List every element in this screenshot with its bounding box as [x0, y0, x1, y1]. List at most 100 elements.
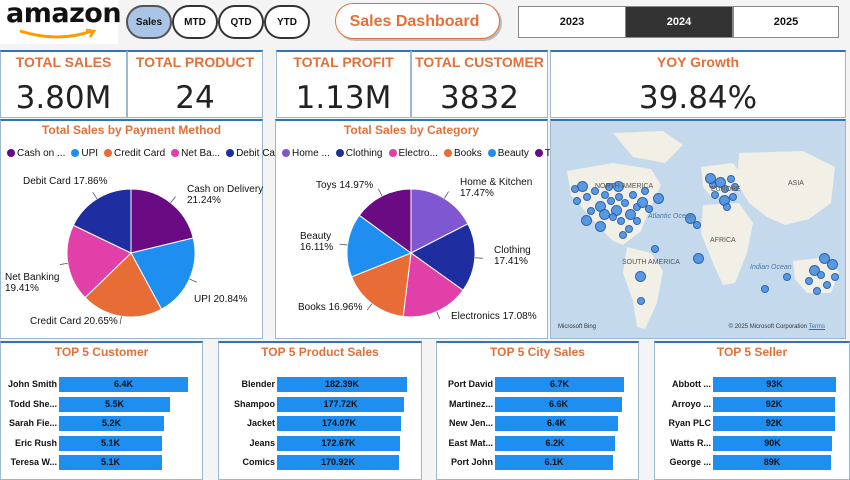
legend-item[interactable]: Net Ba...	[171, 148, 220, 159]
bar[interactable]: 92K	[713, 396, 835, 412]
bar[interactable]: 5.1K	[59, 435, 162, 451]
bar[interactable]: 6.6K	[495, 396, 622, 412]
slice-label: Beauty	[300, 231, 331, 242]
map-bubble[interactable]	[573, 197, 581, 205]
legend-item[interactable]: UPI	[71, 148, 98, 159]
map-bubble[interactable]	[729, 193, 737, 201]
legend-item[interactable]: Beauty	[487, 148, 529, 159]
bar[interactable]: 172.67K	[277, 435, 400, 451]
bar[interactable]: 5.1K	[59, 455, 162, 470]
map-bubble[interactable]	[595, 221, 606, 232]
map-bubble[interactable]	[621, 199, 629, 207]
map-bubble[interactable]	[831, 273, 839, 281]
bar-row[interactable]: Arroyo ... 92K	[655, 396, 850, 413]
bar[interactable]: 177.72K	[277, 396, 404, 412]
bar-row[interactable]: Watts R... 90K	[655, 435, 850, 452]
sales-map-panel[interactable]: NORTH AMERICA EUROPE ASIA AFRICA SOUTH A…	[550, 119, 846, 339]
map-bubble[interactable]	[693, 221, 701, 229]
bar-row[interactable]: Jeans 172.67K	[219, 435, 423, 452]
year-button-2023[interactable]: 2023	[518, 6, 626, 38]
legend-item[interactable]: Clothing	[335, 148, 383, 159]
bar-row[interactable]: Sarah Fie... 5.2K	[1, 416, 204, 432]
bar-row[interactable]: Comics 170.92K	[219, 455, 423, 471]
legend-item[interactable]: Electro...	[388, 148, 438, 159]
legend-item[interactable]: Books	[443, 148, 482, 159]
bar-row[interactable]: Jacket 174.07K	[219, 416, 423, 432]
terms-link[interactable]: Terms	[809, 324, 825, 330]
map-bubble[interactable]	[819, 253, 830, 264]
bar[interactable]: 182.39K	[277, 377, 407, 392]
map-bubble[interactable]	[583, 193, 591, 201]
map-bubble[interactable]	[651, 245, 659, 253]
map-bubble[interactable]	[645, 205, 653, 213]
map-attribution: © 2025 Microsoft Corporation Terms	[729, 324, 825, 330]
year-button-2025[interactable]: 2025	[733, 6, 839, 38]
bar-row[interactable]: Blender 182.39K	[219, 377, 423, 393]
bar-row[interactable]: Teresa W... 5.1K	[1, 455, 204, 471]
legend-item[interactable]: Cash on ...	[7, 148, 65, 159]
map-bubble[interactable]	[693, 253, 704, 264]
bar-row[interactable]: Eric Rush 5.1K	[1, 435, 204, 452]
map-bubble[interactable]	[629, 191, 637, 199]
map-bubble[interactable]	[635, 271, 646, 282]
bar-row[interactable]: John Smith 6.4K	[1, 377, 204, 393]
bar-category-label: Ryan PLC	[668, 418, 711, 428]
bar[interactable]: 89K	[713, 455, 831, 470]
bar-row[interactable]: East Mat... 6.2K	[437, 435, 640, 452]
map-bubble[interactable]	[817, 271, 825, 279]
map-bubble[interactable]	[617, 217, 625, 225]
map-bubble[interactable]	[823, 281, 831, 289]
bar[interactable]: 93K	[713, 377, 836, 392]
map-bubble[interactable]	[619, 231, 627, 239]
bar[interactable]: 6.4K	[59, 377, 188, 392]
year-button-2024[interactable]: 2024	[625, 6, 733, 38]
map-bubble[interactable]	[761, 285, 769, 293]
map-bubble[interactable]	[587, 207, 595, 215]
bar-row[interactable]: New Jen... 6.4K	[437, 416, 640, 432]
bar-value-label: 92K	[765, 418, 783, 428]
map-bubble[interactable]	[571, 185, 579, 193]
bar-row[interactable]: Abbott ... 93K	[655, 377, 850, 393]
bar-chart: Abbott ... 93K Arroyo ... 92K Ryan PLC 92K Wat…	[655, 377, 850, 477]
bar-row[interactable]: Ryan PLC 92K	[655, 416, 850, 432]
map-bubble[interactable]	[633, 217, 641, 225]
bar[interactable]: 6.2K	[495, 435, 615, 451]
legend-label: Credit Card	[114, 148, 166, 159]
map-bubble[interactable]	[609, 213, 617, 221]
period-button-sales[interactable]: Sales	[126, 5, 172, 39]
map-bubble[interactable]	[813, 287, 821, 295]
bar-row[interactable]: Todd She... 5.5K	[1, 396, 204, 413]
legend-item[interactable]: Home ...	[282, 148, 330, 159]
map-bubble[interactable]	[607, 197, 615, 205]
kpi-title: TOTAL SALES	[15, 54, 112, 70]
map-bubble[interactable]	[653, 193, 664, 204]
map-bubble[interactable]	[723, 203, 731, 211]
bar[interactable]: 5.5K	[59, 396, 170, 412]
bar[interactable]: 5.2K	[59, 416, 164, 431]
bar[interactable]: 6.4K	[495, 416, 618, 431]
bar[interactable]: 174.07K	[277, 416, 401, 431]
period-button-qtd[interactable]: QTD	[218, 5, 264, 39]
map-bubble[interactable]	[599, 209, 610, 220]
period-button-ytd[interactable]: YTD	[264, 5, 310, 39]
bar[interactable]: 92K	[713, 416, 835, 431]
bar-row[interactable]: Shampoo 177.72K	[219, 396, 423, 413]
map-bubble[interactable]	[637, 297, 645, 305]
map-bubble[interactable]	[581, 215, 592, 226]
leader-line	[170, 196, 176, 203]
bar[interactable]: 170.92K	[277, 455, 399, 470]
legend-item[interactable]: Credit Card	[104, 148, 165, 159]
bar-row[interactable]: Port David 6.7K	[437, 377, 640, 393]
map-bubble[interactable]	[727, 175, 735, 183]
period-button-mtd[interactable]: MTD	[172, 5, 218, 39]
bar[interactable]: 6.1K	[495, 455, 613, 470]
bar-row[interactable]: George ... 89K	[655, 455, 850, 471]
map-bubble[interactable]	[805, 277, 813, 285]
map-bubble[interactable]	[783, 273, 791, 281]
bar-row[interactable]: Martinez... 6.6K	[437, 396, 640, 413]
bar-value-label: 93K	[766, 379, 783, 389]
bar-row[interactable]: Port John 6.1K	[437, 455, 640, 471]
map-bubble[interactable]	[705, 173, 716, 184]
bar[interactable]: 90K	[713, 435, 832, 451]
bar[interactable]: 6.7K	[495, 377, 624, 392]
